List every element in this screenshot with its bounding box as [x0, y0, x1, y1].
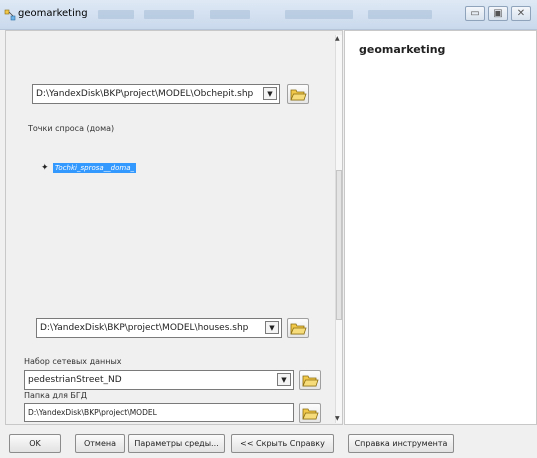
layer-item[interactable]: Tochki_sprosa__doma_ [53, 163, 136, 173]
browse-button[interactable] [287, 318, 309, 338]
hide-help-button[interactable]: << Скрыть Справку [231, 434, 334, 453]
minimize-icon: ▭ [470, 8, 480, 19]
dropdown-arrow-icon[interactable]: ▼ [263, 87, 277, 100]
browse-button[interactable] [287, 84, 309, 104]
input-features-value: D:\YandexDisk\BKP\project\MODEL\Obchepit… [36, 89, 254, 99]
demand-points-label: Точки спроса (дома) [28, 124, 115, 133]
title-decoration [285, 10, 353, 19]
minimize-button[interactable]: ▭ [465, 6, 485, 21]
open-folder-icon [302, 408, 319, 420]
scrollbar[interactable]: ▲ ▼ [335, 35, 342, 423]
scrollbar-thumb[interactable] [336, 170, 342, 320]
browse-button[interactable] [299, 403, 321, 423]
help-title: geomarketing [359, 43, 446, 56]
maximize-icon: ▣ [493, 8, 503, 19]
layer-list[interactable]: ✦ Tochki_sprosa__doma_ [28, 143, 342, 333]
network-dataset-label: Набор сетевых данных [24, 357, 122, 366]
dropdown-arrow-icon[interactable]: ▼ [265, 321, 279, 334]
title-decoration [144, 10, 194, 19]
tool-parameters-pane: D:\YandexDisk\BKP\project\MODEL\Obchepit… [5, 30, 343, 425]
open-folder-icon [302, 375, 319, 387]
browse-button[interactable] [299, 370, 321, 390]
window-title: geomarketing [18, 8, 88, 19]
dropdown-arrow-icon[interactable]: ▼ [277, 373, 291, 386]
scroll-up-icon[interactable]: ▲ [335, 35, 340, 42]
help-pane: geomarketing [344, 30, 537, 425]
environments-button[interactable]: Параметры среды... [128, 434, 225, 453]
ok-button[interactable]: OK [9, 434, 61, 453]
close-icon: ✕ [516, 8, 526, 19]
network-dataset-value: pedestrianStreet_ND [28, 375, 122, 385]
list-bullet-icon: ✦ [41, 163, 49, 173]
maximize-button[interactable]: ▣ [488, 6, 508, 21]
gdb-folder-field[interactable]: D:\YandexDisk\BKP\project\MODEL [24, 403, 294, 422]
input-features-combo[interactable]: D:\YandexDisk\BKP\project\MODEL\Obchepit… [32, 84, 280, 104]
houses-combo[interactable]: D:\YandexDisk\BKP\project\MODEL\houses.s… [36, 318, 282, 338]
title-bar[interactable]: geomarketing ▭ ▣ ✕ [0, 0, 537, 30]
cancel-button[interactable]: Отмена [75, 434, 125, 453]
open-folder-icon [290, 89, 307, 101]
gdb-folder-label: Папка для БГД [24, 391, 88, 400]
gdb-folder-value: D:\YandexDisk\BKP\project\MODEL [28, 408, 157, 417]
network-dataset-combo[interactable]: pedestrianStreet_ND [24, 370, 294, 390]
title-decoration [210, 10, 250, 19]
scroll-down-icon[interactable]: ▼ [335, 415, 340, 422]
model-icon [4, 9, 16, 21]
open-folder-icon [290, 323, 307, 335]
tool-help-button[interactable]: Справка инструмента [348, 434, 454, 453]
close-button[interactable]: ✕ [511, 6, 531, 21]
title-decoration [98, 10, 134, 19]
title-decoration [368, 10, 432, 19]
houses-value: D:\YandexDisk\BKP\project\MODEL\houses.s… [40, 323, 249, 333]
